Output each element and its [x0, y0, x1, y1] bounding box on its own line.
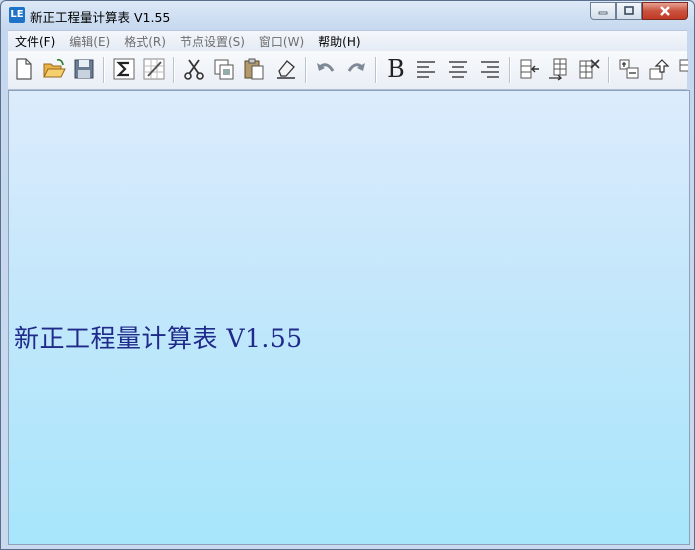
toolbar-overflow-button[interactable]: [674, 55, 688, 83]
clear-button[interactable]: [273, 55, 299, 83]
sum-icon: [113, 58, 135, 80]
menu-format[interactable]: 格式(R): [117, 33, 173, 50]
paste-button[interactable]: [241, 55, 267, 83]
menu-help[interactable]: 帮助(H): [311, 33, 367, 50]
move-up-icon: [649, 59, 670, 80]
toolbar-separator: [608, 57, 610, 83]
new-file-icon: [16, 58, 32, 80]
menu-node-settings[interactable]: 节点设置(S): [173, 33, 252, 50]
insert-row-after-icon: [549, 58, 567, 81]
paste-icon: [244, 58, 264, 80]
edit-sum-button[interactable]: [141, 55, 167, 83]
app-icon: LE: [9, 7, 25, 23]
align-right-icon: [481, 61, 499, 78]
toolbar: B: [8, 51, 688, 90]
align-center-button[interactable]: [445, 55, 471, 83]
toolbar-separator: [305, 57, 307, 83]
insert-row-before-icon: [520, 59, 539, 79]
new-button[interactable]: [11, 55, 37, 83]
menu-file[interactable]: 文件(F): [8, 33, 62, 50]
close-icon: [660, 6, 670, 16]
main-canvas: 新正工程量计算表 V1.55: [8, 90, 690, 545]
align-center-icon: [449, 61, 467, 78]
align-left-button[interactable]: [413, 55, 439, 83]
window-controls: [590, 2, 688, 21]
toolbar-separator: [173, 57, 175, 83]
menu-edit[interactable]: 编辑(E): [62, 33, 117, 50]
maximize-button[interactable]: [616, 2, 642, 20]
toolbar-separator: [375, 57, 377, 83]
align-left-icon: [417, 61, 435, 78]
insert-child-icon: [619, 59, 639, 79]
eraser-icon: [277, 60, 295, 79]
minimize-button[interactable]: [590, 2, 616, 20]
undo-button[interactable]: [313, 55, 339, 83]
align-right-button[interactable]: [477, 55, 503, 83]
maximize-icon: [624, 6, 634, 15]
redo-button[interactable]: [343, 55, 369, 83]
undo-icon: [317, 63, 335, 72]
toolbar-separator: [509, 57, 511, 83]
bold-button[interactable]: B: [383, 55, 409, 83]
open-folder-icon: [43, 59, 66, 78]
delete-row-button[interactable]: [576, 55, 602, 83]
delete-row-icon: [579, 59, 600, 79]
minimize-icon: [598, 11, 608, 15]
cut-icon: [184, 59, 204, 80]
insert-row-after-button[interactable]: [546, 55, 572, 83]
splash-title: 新正工程量计算表 V1.55: [14, 324, 303, 353]
move-up-button[interactable]: [646, 55, 672, 83]
more-icon: [679, 59, 688, 72]
toolbar-separator: [103, 57, 105, 83]
window-title: 新正工程量计算表 V1.55: [30, 10, 171, 25]
menu-bar: 文件(F) 编辑(E) 格式(R) 节点设置(S) 窗口(W) 帮助(H): [8, 30, 687, 51]
copy-button[interactable]: [211, 55, 237, 83]
cut-button[interactable]: [181, 55, 207, 83]
menu-window[interactable]: 窗口(W): [252, 33, 311, 50]
copy-icon: [214, 59, 234, 80]
open-button[interactable]: [41, 55, 67, 83]
redo-icon: [347, 63, 365, 72]
insert-row-before-button[interactable]: [516, 55, 542, 83]
app-window: LE 新正工程量计算表 V1.55 文件(F) 编辑(E) 格式(R) 节点设置…: [0, 0, 695, 550]
sum-button[interactable]: [111, 55, 137, 83]
insert-child-button[interactable]: [616, 55, 642, 83]
close-button[interactable]: [642, 2, 688, 20]
edit-sum-icon: [143, 58, 165, 80]
bold-icon: B: [387, 55, 405, 83]
save-button[interactable]: [71, 55, 97, 83]
title-bar[interactable]: LE 新正工程量计算表 V1.55: [1, 1, 694, 29]
save-icon: [74, 59, 94, 79]
